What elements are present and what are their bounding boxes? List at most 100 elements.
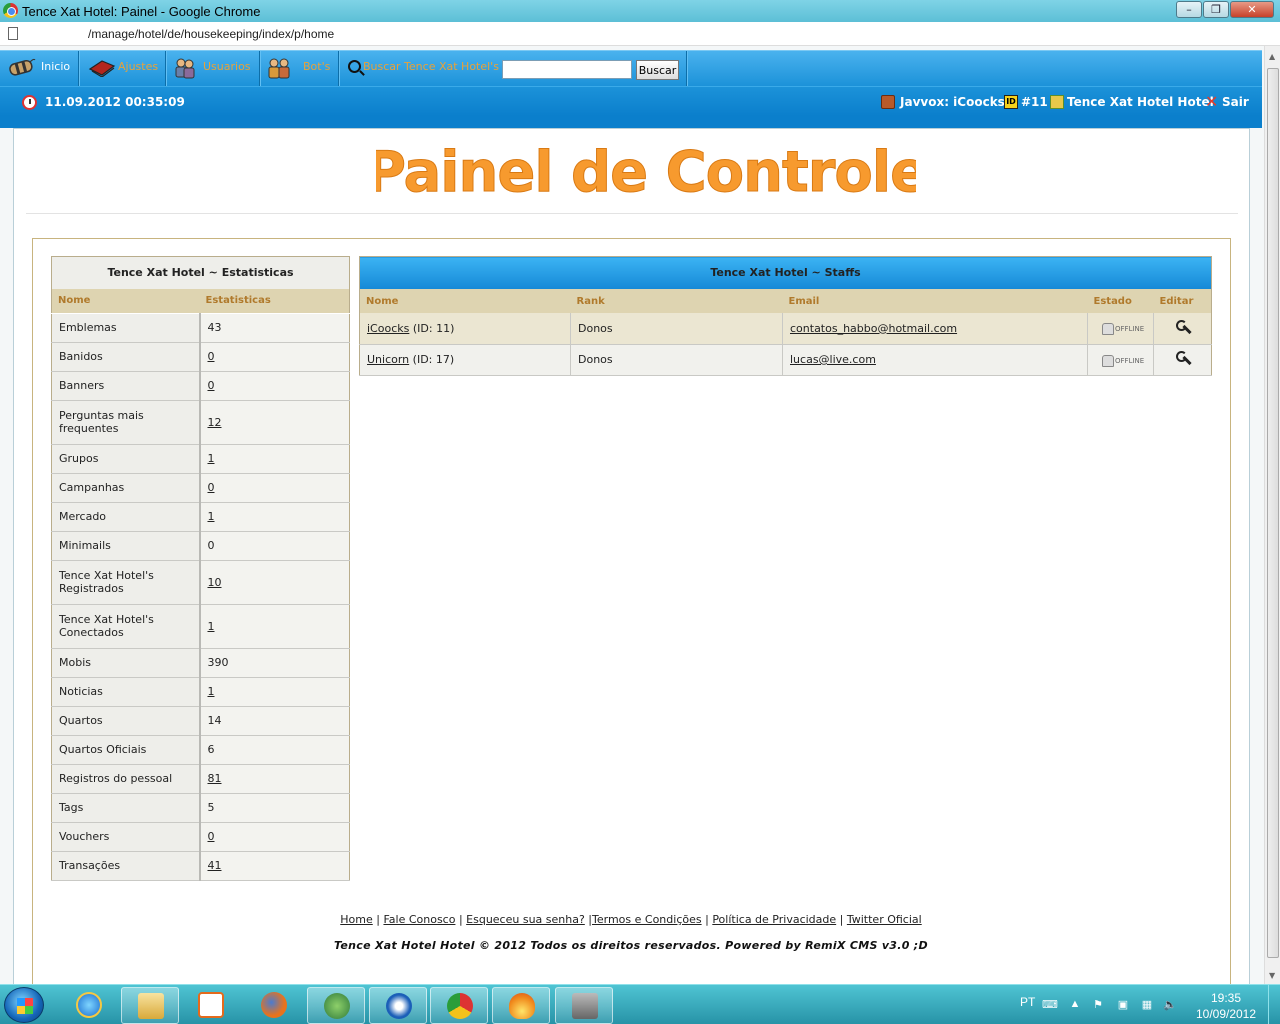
offline-status-icon: OFFLINE — [1102, 323, 1144, 335]
stat-name: Tence Xat Hotel's Registrados — [51, 559, 201, 605]
wrench-icon[interactable] — [1174, 318, 1192, 336]
stat-name: Vouchers — [51, 821, 201, 852]
page-viewport: Inicio Ajustes Usuarios Bot's Buscar Ten… — [0, 46, 1264, 984]
stat-name: Quartos — [51, 705, 201, 736]
wrench-icon[interactable] — [1174, 349, 1192, 367]
stats-row: Banners 0 — [51, 370, 350, 401]
staff-email-cell: contatos_habbo@hotmail.com — [782, 313, 1088, 345]
volume-icon[interactable]: 🔈 — [1163, 998, 1177, 1012]
footer-link[interactable]: Twitter Oficial — [847, 913, 922, 926]
close-button[interactable]: ✕ — [1230, 1, 1274, 18]
staff-name-cell: iCoocks (ID: 11) — [359, 313, 571, 345]
staff-email-link[interactable]: lucas@live.com — [790, 353, 876, 366]
system-tray: PT ⌨ ▲ ⚑ ▣ ▦ 🔈 19:35 10/09/2012 — [0, 985, 1280, 1024]
scroll-up-arrow[interactable]: ▲ — [1269, 52, 1275, 61]
taskbar-clock[interactable]: 19:35 10/09/2012 — [1194, 990, 1258, 1022]
hotel-link[interactable]: Tence Xat Hotel Hotel — [1067, 95, 1214, 109]
alarm-clock-icon — [22, 95, 37, 110]
address-bar[interactable]: /manage/hotel/de/housekeeping/index/p/ho… — [0, 22, 1280, 46]
staff-edit-cell — [1153, 313, 1212, 345]
stat-name: Banidos — [51, 341, 201, 372]
stat-value: 390 — [199, 647, 350, 678]
stats-row: Emblemas 43 — [51, 312, 350, 343]
user-name[interactable]: Javvox: iCoocks — [900, 95, 1005, 109]
stat-value-link[interactable]: 1 — [208, 620, 215, 633]
stat-value-link[interactable]: 10 — [208, 576, 222, 589]
network-status-icon[interactable]: ▣ — [1116, 998, 1130, 1012]
stat-value-link[interactable]: 0 — [208, 830, 215, 843]
nav-item-bots[interactable]: Bot's — [261, 51, 339, 87]
url-text[interactable]: /manage/hotel/de/housekeeping/index/p/ho… — [88, 27, 334, 41]
footer-link[interactable]: Home — [340, 913, 372, 926]
maximize-button[interactable]: ❐ — [1203, 1, 1229, 18]
show-hidden-icons-icon[interactable]: ▲ — [1068, 998, 1082, 1012]
stat-value-link[interactable]: 0 — [208, 481, 215, 494]
footer-link[interactable]: Esqueceu sua senha? — [466, 913, 585, 926]
stat-name: Transações — [51, 850, 201, 881]
stats-row: Banidos 0 — [51, 341, 350, 372]
stat-value-link[interactable]: 0 — [208, 379, 215, 392]
language-indicator[interactable]: PT — [1020, 995, 1035, 1009]
main-frame: Painel de Controle Painel de Controle Te… — [13, 128, 1250, 984]
scroll-down-arrow[interactable]: ▼ — [1269, 971, 1275, 980]
footer-link[interactable]: Política de Privacidade — [712, 913, 836, 926]
stat-value-link[interactable]: 0 — [208, 350, 215, 363]
nav-item-ajustes[interactable]: Ajustes — [80, 51, 166, 87]
stats-row: Grupos 1 — [51, 443, 350, 474]
nav-label: Bot's — [303, 60, 331, 73]
stats-row: Minimails 0 — [51, 530, 350, 561]
nav-item-inicio[interactable]: Inicio — [0, 51, 79, 87]
search-input[interactable] — [502, 60, 632, 79]
footer-link[interactable]: Fale Conosco — [383, 913, 455, 926]
staff-email-cell: lucas@live.com — [782, 344, 1088, 376]
stat-name: Banners — [51, 370, 201, 401]
vertical-scrollbar[interactable]: ▲ ▼ — [1264, 46, 1280, 984]
close-x-icon: ✕ — [1205, 92, 1219, 111]
stats-row: Vouchers 0 — [51, 821, 350, 852]
minimize-button[interactable]: – — [1176, 1, 1202, 18]
staff-row: iCoocks (ID: 11) Donos contatos_habbo@hotm… — [359, 313, 1212, 345]
nav-item-usuarios[interactable]: Usuarios — [167, 51, 260, 87]
stats-row: Mercado 1 — [51, 501, 350, 532]
nav-label: Ajustes — [118, 60, 159, 73]
stats-title: Tence Xat Hotel ~ Estatisticas — [51, 256, 350, 289]
staff-email-link[interactable]: contatos_habbo@hotmail.com — [790, 322, 957, 335]
datetime: 11.09.2012 00:35:09 — [45, 95, 185, 109]
stat-name: Grupos — [51, 443, 201, 474]
stats-row: Quartos Oficiais 6 — [51, 734, 350, 765]
users-icon — [175, 58, 195, 79]
stat-value-link[interactable]: 41 — [208, 859, 222, 872]
search-icon — [348, 60, 361, 73]
header-strip — [0, 116, 1262, 128]
network-icon[interactable]: ▦ — [1140, 998, 1154, 1012]
stats-table: Tence Xat Hotel ~ Estatisticas Nome Esta… — [51, 256, 350, 881]
staffs-header-email: Email — [782, 289, 1088, 313]
stat-value-link[interactable]: 1 — [208, 452, 215, 465]
stat-value-link[interactable]: 1 — [208, 510, 215, 523]
staff-name-link[interactable]: iCoocks — [367, 322, 409, 335]
dynamite-icon — [9, 58, 36, 76]
search-button[interactable]: Buscar — [636, 60, 679, 80]
stats-row: Mobis 390 — [51, 647, 350, 678]
logout-link[interactable]: Sair — [1222, 95, 1249, 109]
stat-value-cell: 1 — [199, 676, 350, 707]
stat-name: Mobis — [51, 647, 201, 678]
stat-name: Quartos Oficiais — [51, 734, 201, 765]
scroll-thumb[interactable] — [1267, 68, 1279, 958]
stat-value: 14 — [199, 705, 350, 736]
stat-value-link[interactable]: 81 — [208, 772, 222, 785]
action-center-icon[interactable]: ⚑ — [1091, 998, 1105, 1012]
footer-link[interactable]: Termos e Condições — [592, 913, 702, 926]
stat-value-link[interactable]: 12 — [208, 416, 222, 429]
stat-name: Mercado — [51, 501, 201, 532]
stat-value: 6 — [199, 734, 350, 765]
stat-name: Registros do pessoal — [51, 763, 201, 794]
window-title: Tence Xat Hotel: Painel - Google Chrome — [22, 4, 261, 19]
stat-name: Noticias — [51, 676, 201, 707]
keyboard-icon[interactable]: ⌨ — [1042, 998, 1058, 1012]
staff-name-link[interactable]: Unicorn — [367, 353, 409, 366]
stat-value-link[interactable]: 1 — [208, 685, 215, 698]
show-desktop-button[interactable] — [1268, 985, 1280, 1024]
stat-value: 5 — [199, 792, 350, 823]
stats-row: Perguntas mais frequentes 12 — [51, 399, 350, 445]
